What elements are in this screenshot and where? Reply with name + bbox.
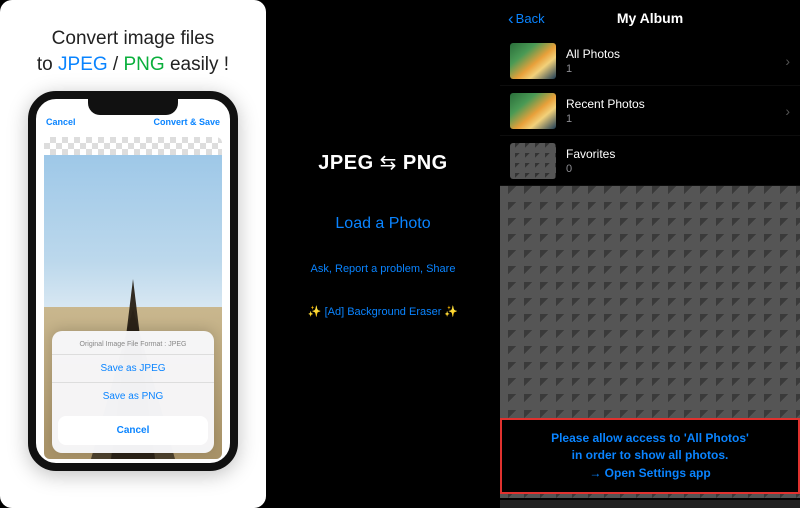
album-row-favorites[interactable]: Favorites 0 — [500, 136, 800, 186]
promo-title-post: easily ! — [165, 54, 229, 75]
promo-panel: Convert image filesto JPEG / PNG easily … — [0, 0, 266, 508]
back-button[interactable]: ‹ Back — [508, 10, 545, 27]
open-settings-link[interactable]: → Open Settings app — [508, 465, 792, 482]
album-count: 1 — [566, 63, 620, 75]
main-menu-panel: JPEG ⇆ PNG Load a Photo Ask, Report a prob… — [266, 0, 500, 508]
album-name: Recent Photos — [566, 97, 645, 111]
permission-line-1: Please allow access to 'All Photos' — [508, 430, 792, 447]
album-count: 0 — [566, 163, 615, 175]
chevron-right-icon: › — [785, 53, 790, 69]
phone-mock: Cancel Convert & Save Original Image Fil… — [28, 91, 238, 471]
album-count: 1 — [566, 113, 645, 125]
ask-report-share-link[interactable]: Ask, Report a problem, Share — [311, 263, 456, 275]
chevron-right-icon: › — [785, 103, 790, 119]
album-grid-empty: Please allow access to 'All Photos' in o… — [500, 186, 800, 508]
promo-title-png: PNG — [123, 54, 164, 75]
permission-banner[interactable]: Please allow access to 'All Photos' in o… — [500, 418, 800, 494]
phone-convert-save-button[interactable]: Convert & Save — [153, 117, 220, 127]
load-photo-button[interactable]: Load a Photo — [335, 215, 430, 233]
phone-cancel-button[interactable]: Cancel — [46, 117, 76, 127]
album-row-all-photos[interactable]: All Photos 1 › — [500, 36, 800, 86]
promo-title-sep: / — [108, 54, 124, 75]
ad-background-eraser-link[interactable]: ✨ [Ad] Background Eraser ✨ — [308, 305, 458, 318]
action-sheet: Original Image File Format : JPEG Save a… — [52, 331, 214, 453]
album-name: Favorites — [566, 147, 615, 161]
album-navbar: ‹ Back My Album — [500, 0, 800, 36]
album-thumb — [510, 93, 556, 129]
promo-title-jpeg: JPEG — [58, 54, 108, 75]
album-name: All Photos — [566, 47, 620, 61]
save-as-jpeg-button[interactable]: Save as JPEG — [52, 354, 214, 382]
bottom-strip — [500, 498, 800, 508]
phone-image-area: Original Image File Format : JPEG Save a… — [44, 137, 222, 459]
album-panel: ‹ Back My Album All Photos 1 › Recent Ph… — [500, 0, 800, 508]
permission-line-2: in order to show all photos. — [508, 447, 792, 464]
app-logo: JPEG ⇆ PNG — [318, 150, 447, 175]
album-thumb-empty — [510, 143, 556, 179]
album-thumb — [510, 43, 556, 79]
swap-icon: ⇆ — [380, 150, 397, 175]
back-label: Back — [516, 11, 545, 26]
album-row-recent-photos[interactable]: Recent Photos 1 › — [500, 86, 800, 136]
logo-png: PNG — [403, 152, 448, 174]
navbar-title: My Album — [617, 10, 683, 26]
save-as-png-button[interactable]: Save as PNG — [52, 382, 214, 410]
sheet-cancel-button[interactable]: Cancel — [58, 416, 208, 445]
promo-title: Convert image filesto JPEG / PNG easily … — [29, 0, 237, 87]
logo-jpeg: JPEG — [318, 152, 373, 174]
chevron-left-icon: ‹ — [508, 10, 514, 27]
phone-notch — [88, 99, 178, 115]
sheet-hint: Original Image File Format : JPEG — [52, 337, 214, 354]
